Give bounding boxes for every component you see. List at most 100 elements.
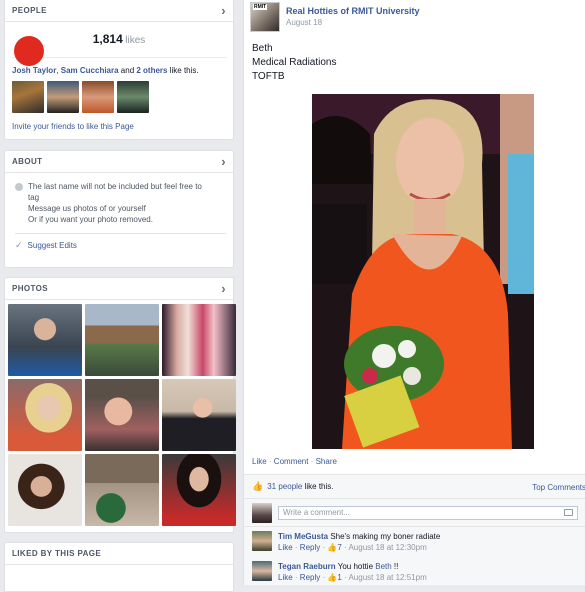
commenter-name[interactable]: Tegan Raeburn [278, 562, 336, 571]
invite-friends-link[interactable]: Invite your friends to like this Page [5, 119, 233, 134]
comment-reply-button[interactable]: Reply [300, 573, 320, 582]
checkmark-icon: ✓ [15, 240, 23, 250]
post-text-line: Beth [252, 43, 273, 54]
thumbs-up-icon: 👍 [327, 543, 338, 552]
separator: · [266, 457, 274, 466]
about-line: Message us photos of or yourself [28, 204, 146, 213]
likes-word: likes [125, 35, 146, 46]
thumbs-up-icon: 👍 [327, 573, 338, 582]
photo-thumbnail[interactable] [162, 304, 236, 376]
about-header-label: ABOUT [12, 157, 43, 166]
post-likes-summary: 👍 31 people like this. Top Comments [244, 475, 585, 499]
camera-icon[interactable] [564, 509, 573, 516]
others-link[interactable]: 2 others [136, 66, 167, 75]
friend-avatar[interactable] [12, 81, 44, 113]
commenter-avatar[interactable] [252, 531, 272, 551]
comment-like-count[interactable]: 7 [337, 543, 341, 552]
share-button[interactable]: Share [316, 457, 337, 466]
comment-time[interactable]: August 18 at 12:51pm [348, 573, 426, 582]
page-name-link[interactable]: Real Hotties of RMIT University [286, 6, 420, 16]
comment-time[interactable]: August 18 at 12:30pm [348, 543, 426, 552]
post-text-line: TOFTB [252, 71, 285, 82]
photo-thumbnail[interactable] [85, 379, 159, 451]
avatar-text: RMIT [253, 4, 268, 10]
likes-count: 1,814 [92, 32, 123, 46]
photo-thumbnail[interactable] [162, 379, 236, 451]
suggest-edits-link[interactable]: ✓ Suggest Edits [15, 240, 226, 251]
comment-text: She's making my boner radiate [330, 532, 441, 541]
photos-card: PHOTOS › [4, 277, 236, 533]
left-sidebar: PEOPLE › 1,814 likes Josh Taylor, Sam Cu… [0, 0, 237, 592]
photo-thumbnail[interactable] [85, 454, 159, 526]
like-button[interactable]: Like [252, 457, 267, 466]
write-comment-placeholder: Write a comment... [283, 508, 350, 517]
chevron-right-icon[interactable]: › [221, 155, 226, 168]
post-text: Beth Medical Radiations TOFTB [244, 34, 585, 84]
post-card: RMIT Real Hotties of RMIT University Aug… [243, 0, 585, 585]
photo-thumbnail[interactable] [8, 379, 82, 451]
about-line: tag [28, 193, 40, 202]
about-body: The last name will not be included but f… [5, 173, 233, 251]
comments-section: 👍 31 people like this. Top Comments Writ… [244, 474, 585, 585]
liked-by-header-label: LIKED BY THIS PAGE [12, 549, 102, 558]
photos-header[interactable]: PHOTOS › [5, 278, 233, 300]
comment-like-count[interactable]: 1 [337, 573, 341, 582]
user-avatar [252, 502, 272, 523]
write-comment-input[interactable]: Write a comment... [278, 505, 578, 520]
suggest-edits-label: Suggest Edits [27, 241, 77, 250]
like-this-text: like this. [167, 66, 199, 75]
friend-avatar[interactable] [82, 81, 114, 113]
comment-reply-button[interactable]: Reply [300, 543, 320, 552]
comment-text-suffix: !! [391, 562, 399, 571]
comment-text-prefix: You hottie [337, 562, 376, 571]
liked-by-header[interactable]: LIKED BY THIS PAGE [5, 543, 233, 565]
write-comment-row: Write a comment... [244, 499, 585, 527]
friend-link-josh[interactable]: Josh Taylor [12, 66, 56, 75]
info-icon [15, 183, 23, 191]
comment-item: Tegan Raeburn You hottie Beth !! Like · … [244, 557, 585, 587]
thumbs-up-icon: 👍 [252, 481, 264, 491]
comment-like-button[interactable]: Like [278, 543, 293, 552]
people-card: PEOPLE › 1,814 likes Josh Taylor, Sam Cu… [4, 0, 234, 140]
photo-grid [5, 300, 236, 530]
comment-button[interactable]: Comment [274, 457, 309, 466]
comment-like-button[interactable]: Like [278, 573, 293, 582]
liked-page-logo[interactable] [14, 36, 44, 66]
post-actions: Like · Comment · Share [252, 457, 337, 466]
chevron-right-icon[interactable]: › [221, 4, 226, 17]
commenter-avatar[interactable] [252, 561, 272, 581]
page-avatar[interactable]: RMIT [250, 2, 280, 32]
about-header[interactable]: ABOUT › [5, 151, 233, 173]
post-photo-art [312, 94, 534, 449]
photo-thumbnail[interactable] [162, 454, 236, 526]
photo-thumbnail[interactable] [8, 304, 82, 376]
invite-friends-label: Invite your friends to like this Page [12, 122, 134, 131]
comment-meta: Like · Reply · 👍1 · August 18 at 12:51pm [278, 573, 427, 582]
post-header: RMIT Real Hotties of RMIT University Aug… [244, 0, 585, 34]
friend-link-sam[interactable]: Sam Cucchiara [61, 66, 119, 75]
chevron-right-icon[interactable]: › [221, 282, 226, 295]
friend-faces [5, 75, 233, 119]
comment-meta: Like · Reply · 👍7 · August 18 at 12:30pm [278, 543, 427, 552]
commenter-name[interactable]: Tim MeGusta [278, 532, 328, 541]
separator: · [308, 457, 316, 466]
top-comments-dropdown[interactable]: Top Comments [532, 483, 585, 492]
divider [15, 233, 226, 234]
about-line: Or if you want your photo removed. [28, 215, 153, 224]
likes-suffix: like this. [302, 482, 334, 491]
about-description: The last name will not be included but f… [15, 181, 226, 225]
post-photo[interactable] [312, 94, 534, 449]
friend-avatar[interactable] [117, 81, 149, 113]
post-timestamp[interactable]: August 18 [286, 18, 420, 27]
mention-link[interactable]: Beth [375, 562, 391, 571]
separator: and [118, 66, 137, 75]
people-header[interactable]: PEOPLE › [5, 0, 233, 22]
about-line: The last name will not be included but f… [28, 182, 202, 191]
friend-avatar[interactable] [47, 81, 79, 113]
photo-thumbnail[interactable] [8, 454, 82, 526]
people-header-label: PEOPLE [12, 6, 47, 15]
photo-thumbnail[interactable] [85, 304, 159, 376]
post-text-line: Medical Radiations [252, 57, 337, 68]
likes-people-link[interactable]: 31 people [267, 482, 302, 491]
about-card: ABOUT › The last name will not be includ… [4, 150, 234, 268]
